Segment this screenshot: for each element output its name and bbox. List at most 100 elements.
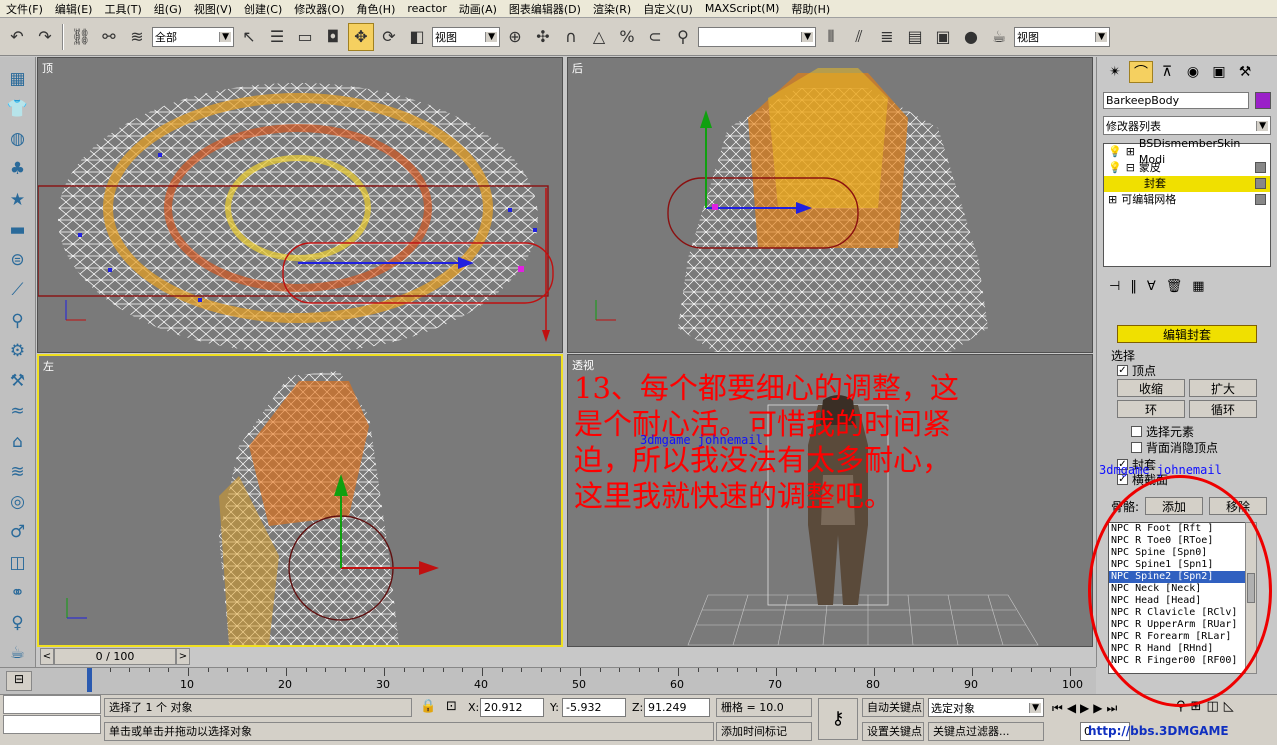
render-scene-icon[interactable]: ☕ <box>986 23 1012 51</box>
display-tab-icon[interactable]: ▣ <box>1207 61 1231 83</box>
star-icon[interactable]: ★ <box>5 186 31 213</box>
menu-item[interactable]: MAXScript(M) <box>699 2 786 15</box>
menu-item[interactable]: 图表编辑器(D) <box>503 1 587 17</box>
rotate-icon[interactable]: ⟳ <box>376 23 402 51</box>
menu-item[interactable]: 编辑(E) <box>49 1 99 17</box>
mirror-icon[interactable]: ⫴ <box>818 23 844 51</box>
configure-sets-icon[interactable]: ▦ <box>1192 279 1204 294</box>
shirt-icon[interactable]: 👕 <box>5 95 31 122</box>
scale-icon[interactable]: ◧ <box>404 23 430 51</box>
utilities-tab-icon[interactable]: ⚒ <box>1233 61 1257 83</box>
named-selection-dropdown[interactable]: ▼ <box>698 26 816 47</box>
menu-item[interactable]: 组(G) <box>148 1 188 17</box>
stack-item-editable-mesh[interactable]: ⊞ 可编辑网格 <box>1104 192 1270 208</box>
box-icon[interactable]: ▬ <box>5 216 31 243</box>
field-of-view-icon[interactable]: ◺ <box>1224 699 1234 714</box>
modify-tab-icon[interactable]: ⌒ <box>1129 61 1153 83</box>
auto-key-button[interactable]: 自动关键点 <box>862 698 924 717</box>
time-slider[interactable]: 0 / 100 <box>54 648 176 665</box>
window-crossing-icon[interactable]: ◘ <box>320 23 346 51</box>
grow-button[interactable]: 扩大 <box>1189 379 1257 397</box>
key-filters-button[interactable]: 关键点过滤器... <box>928 722 1044 741</box>
ring-button[interactable]: 环 <box>1117 400 1185 418</box>
curve-editor-icon[interactable]: ▤ <box>902 23 928 51</box>
maxscript-listener[interactable] <box>3 695 101 714</box>
menu-item[interactable]: 创建(C) <box>238 1 288 17</box>
biped-icon[interactable]: ♂ <box>5 519 31 546</box>
modifier-list-dropdown[interactable]: 修改器列表 ▼ <box>1103 116 1271 135</box>
create-tab-icon[interactable]: ✴ <box>1103 61 1127 83</box>
motion-tab-icon[interactable]: ◉ <box>1181 61 1205 83</box>
align-icon[interactable]: ⫽ <box>846 23 872 51</box>
viewport-top[interactable]: 顶 <box>37 57 563 353</box>
show-end-result-icon[interactable]: ‖ <box>1130 279 1137 294</box>
spinner-snap-icon[interactable]: ⊂ <box>642 23 668 51</box>
gear-icon[interactable]: ⚙ <box>5 337 31 364</box>
y-coordinate-field[interactable]: -5.932 <box>562 698 626 717</box>
prev-frame-icon[interactable]: < <box>40 648 54 665</box>
menu-item[interactable]: 渲染(R) <box>587 1 637 17</box>
select-manipulate-icon[interactable]: ✣ <box>530 23 556 51</box>
reference-coord-dropdown[interactable]: 视图 ▼ <box>432 26 500 47</box>
menu-item[interactable]: 自定义(U) <box>637 1 699 17</box>
schematic-view-icon[interactable]: ▣ <box>930 23 956 51</box>
stack-item-skin[interactable]: 💡 ⊟ 蒙皮 <box>1104 160 1270 176</box>
wand-icon[interactable]: ⟋ <box>5 277 31 304</box>
snap-3d-icon[interactable]: ∩ <box>558 23 584 51</box>
loop-button[interactable]: 循环 <box>1189 400 1257 418</box>
link-icon[interactable]: ⚭ <box>5 579 31 606</box>
absolute-mode-icon[interactable]: ⊡ <box>446 699 457 714</box>
teapot-icon[interactable]: ☕ <box>5 640 31 667</box>
make-unique-icon[interactable]: ∀ <box>1147 279 1156 294</box>
move-icon[interactable]: ✥ <box>348 22 374 51</box>
pivot-center-icon[interactable]: ⊕ <box>502 23 528 51</box>
cylinder-icon[interactable]: ⊜ <box>5 247 31 274</box>
unlink-icon[interactable]: ⚯ <box>96 23 122 51</box>
hierarchy-tab-icon[interactable]: ⊼ <box>1155 61 1179 83</box>
menu-item[interactable]: reactor <box>401 2 452 15</box>
undo-icon[interactable]: ↶ <box>4 23 30 51</box>
cloth-icon[interactable]: ⌂ <box>5 428 31 455</box>
next-frame-icon[interactable]: > <box>176 648 190 665</box>
play-icon[interactable]: ▶ <box>1080 701 1089 715</box>
x-coordinate-field[interactable]: 20.912 <box>480 698 544 717</box>
percent-snap-icon[interactable]: % <box>614 23 640 51</box>
go-to-start-icon[interactable]: ⏮ <box>1052 701 1063 716</box>
backface-cull-checkbox[interactable]: 背面消隐顶点 <box>1131 439 1218 456</box>
edit-named-sel-icon[interactable]: ⚲ <box>670 23 696 51</box>
magnifier-icon[interactable]: ⚲ <box>5 307 31 334</box>
bind-space-warp-icon[interactable]: ≋ <box>124 23 150 51</box>
sphere-icon[interactable]: ◍ <box>5 126 31 153</box>
track-bar[interactable]: ⊟ 10 20 30 40 50 60 70 80 90 100 <box>0 667 1096 694</box>
previous-frame-icon[interactable]: ◀ <box>1067 701 1076 715</box>
lamp-icon[interactable]: ♣ <box>5 156 31 183</box>
edit-envelope-button[interactable]: 编辑封套 <box>1117 325 1257 343</box>
layer-manager-icon[interactable]: ≣ <box>874 23 900 51</box>
add-time-tag-button[interactable]: 添加时间标记 <box>716 722 812 741</box>
menu-item[interactable]: 修改器(O) <box>288 1 350 17</box>
vertices-checkbox[interactable]: ✓ 顶点 <box>1117 362 1156 379</box>
key-mode-dropdown[interactable]: 选定对象 ▼ <box>928 698 1044 717</box>
ring-icon[interactable]: ◎ <box>5 489 31 516</box>
z-coordinate-field[interactable]: 91.249 <box>644 698 710 717</box>
menu-item[interactable]: 文件(F) <box>0 1 49 17</box>
menu-item[interactable]: 视图(V) <box>188 1 238 17</box>
select-element-checkbox[interactable]: 选择元素 <box>1131 423 1194 440</box>
set-key-button[interactable]: 设置关键点 <box>862 722 924 741</box>
current-frame-marker[interactable] <box>87 668 92 692</box>
figure-icon[interactable]: ♀ <box>5 610 31 637</box>
object-name-field[interactable]: BarkeepBody <box>1103 92 1249 109</box>
select-link-icon[interactable]: ⛓ <box>68 23 94 51</box>
select-object-icon[interactable]: ↖ <box>236 23 262 51</box>
viewport-left[interactable]: 左 <box>37 354 563 647</box>
select-by-name-icon[interactable]: ☰ <box>264 23 290 51</box>
material-editor-icon[interactable]: ● <box>958 23 984 51</box>
menu-item[interactable]: 角色(H) <box>351 1 402 17</box>
ripple-icon[interactable]: ≋ <box>5 458 31 485</box>
shrink-button[interactable]: 收缩 <box>1117 379 1185 397</box>
selection-filter-dropdown[interactable]: 全部 ▼ <box>152 26 234 47</box>
maxscript-listener-2[interactable] <box>3 715 101 734</box>
object-color-swatch[interactable] <box>1255 92 1271 109</box>
menu-item[interactable]: 工具(T) <box>98 1 147 17</box>
bone-icon[interactable]: ⚒ <box>5 368 31 395</box>
